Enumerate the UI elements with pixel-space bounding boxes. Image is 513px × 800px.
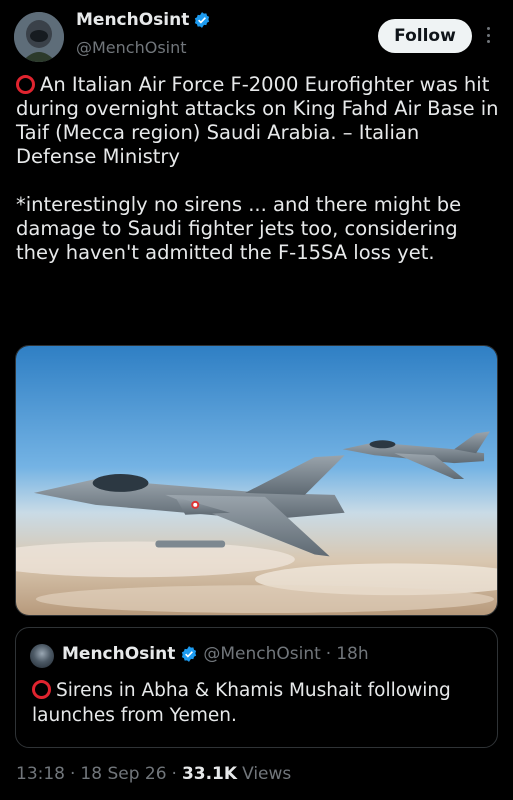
views-label: Views [242,764,292,784]
verified-badge-icon [193,11,211,29]
quoted-tweet-header: MenchOsint @MenchOsint · 18h [62,644,369,664]
red-circle-emoji-icon [16,75,35,94]
quoted-tweet[interactable]: MenchOsint @MenchOsint · 18h Sirens in A… [15,627,498,748]
quoted-timestamp[interactable]: 18h [336,644,368,664]
more-options-icon[interactable] [482,24,494,46]
follow-button[interactable]: Follow [378,19,472,53]
quoted-author-name[interactable]: MenchOsint [62,644,175,664]
meta-separator: · [70,764,76,784]
tweet-time[interactable]: 13:18 [16,764,65,784]
tweet-date[interactable]: 18 Sep 26 [80,764,166,784]
quoted-tweet-body: Sirens in Abha & Khamis Mushait followin… [32,678,492,728]
author-handle[interactable]: @MenchOsint [76,38,187,57]
views-count[interactable]: 33.1K [182,764,237,784]
quoted-red-circle-emoji-icon [32,680,51,699]
quoted-separator: · [325,644,332,664]
tweet-text: An Italian Air Force F-2000 Eurofighter … [16,73,499,264]
tweet-media-image[interactable] [15,345,498,616]
quoted-author-avatar[interactable] [30,644,54,668]
quoted-tweet-text: Sirens in Abha & Khamis Mushait followin… [32,680,451,726]
tweet-metadata: 13:18 · 18 Sep 26 · 33.1K Views [16,764,291,784]
quoted-author-handle[interactable]: @MenchOsint [203,644,320,664]
tweet-body: An Italian Air Force F-2000 Eurofighter … [16,73,500,265]
meta-separator: · [171,764,177,784]
quoted-verified-badge-icon [182,646,197,662]
author-avatar[interactable] [14,12,64,62]
author-name-row[interactable]: MenchOsint [76,10,211,30]
author-display-name[interactable]: MenchOsint [76,10,189,30]
